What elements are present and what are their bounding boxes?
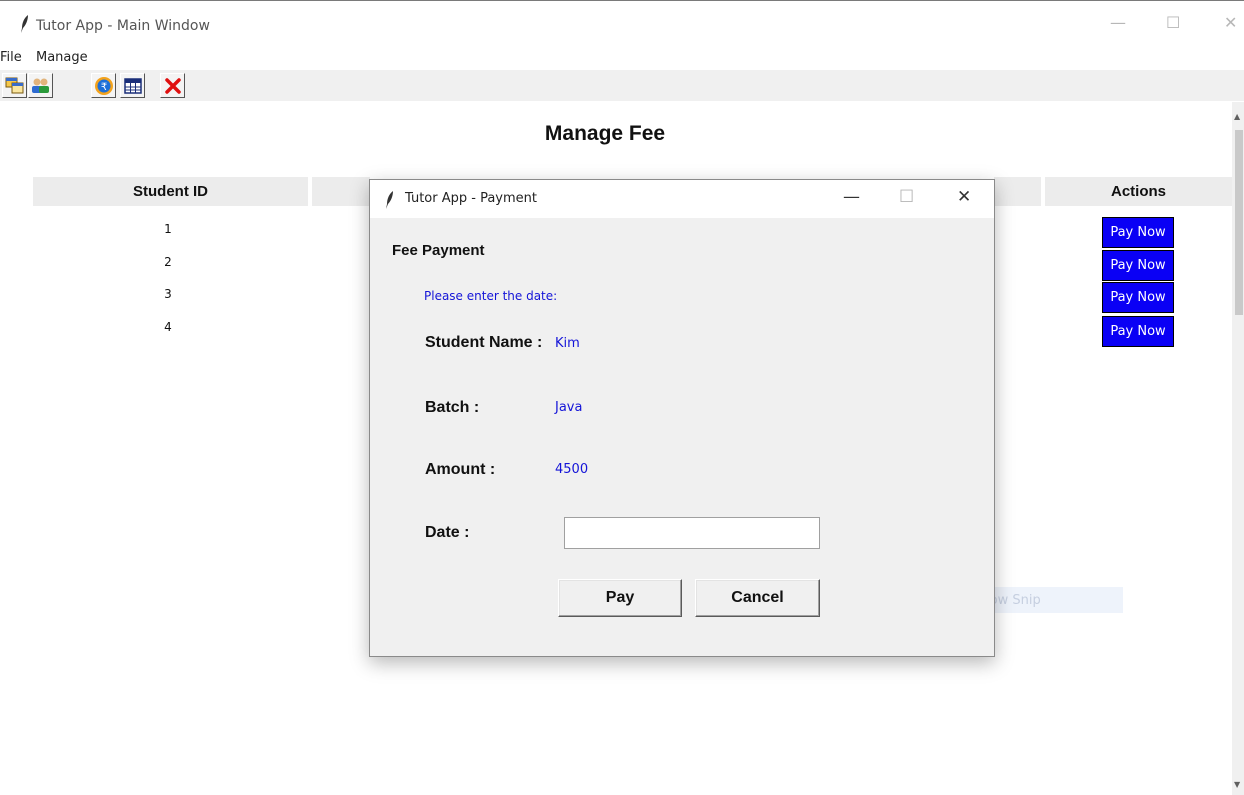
amount-value: 4500 <box>555 462 589 477</box>
users-icon <box>32 78 49 93</box>
student-id-cell: 1 <box>164 222 172 236</box>
maximize-button[interactable]: ☐ <box>1166 13 1180 32</box>
close-button[interactable]: ✕ <box>1224 13 1237 32</box>
student-name-label: Student Name : <box>425 334 543 351</box>
batch-label: Batch : <box>425 399 480 416</box>
instruction-text: Please enter the date: <box>424 289 558 303</box>
toolbar-exit-button[interactable] <box>160 73 185 98</box>
red-x-icon <box>164 77 181 94</box>
column-header-student-id: Student ID <box>33 177 308 206</box>
student-id-cell: 4 <box>164 320 172 334</box>
batch-value: Java <box>555 400 583 415</box>
toolbar: ₹ <box>0 70 1244 101</box>
feather-icon <box>21 15 28 33</box>
feather-icon <box>386 191 393 209</box>
payment-dialog: Tutor App - Payment — ☐ ✕ Fee Payment Pl… <box>369 179 995 657</box>
date-input[interactable] <box>564 517 820 549</box>
minimize-button[interactable]: — <box>1110 13 1126 32</box>
menu-file[interactable]: File <box>0 50 22 65</box>
student-id-cell: 3 <box>164 287 172 301</box>
student-id-cell: 2 <box>164 255 172 269</box>
toolbar-fee-button[interactable]: ₹ <box>91 73 116 98</box>
pay-now-button[interactable]: Pay Now <box>1102 282 1174 313</box>
dialog-minimize-button[interactable]: — <box>843 187 860 207</box>
dialog-title: Tutor App - Payment <box>405 191 537 206</box>
main-window: Tutor App - Main Window — ☐ ✕ File Manag… <box>0 0 1244 795</box>
svg-text:₹: ₹ <box>100 82 106 93</box>
date-label: Date : <box>425 524 470 541</box>
copy-windows-icon <box>5 77 24 94</box>
student-name-value: Kim <box>555 336 580 351</box>
pay-now-button[interactable]: Pay Now <box>1102 217 1174 248</box>
table-icon <box>123 77 142 94</box>
dialog-heading: Fee Payment <box>392 242 485 259</box>
scroll-down-icon[interactable]: ▼ <box>1234 780 1240 789</box>
pay-now-button[interactable]: Pay Now <box>1102 250 1174 281</box>
toolbar-table-button[interactable] <box>120 73 145 98</box>
vertical-scrollbar[interactable]: ▲ ▼ <box>1232 102 1244 795</box>
scroll-up-icon[interactable]: ▲ <box>1234 112 1240 121</box>
rupee-coin-icon: ₹ <box>94 76 113 95</box>
column-header-hidden <box>312 177 370 206</box>
page-title: Manage Fee <box>544 122 666 145</box>
pay-button[interactable]: Pay <box>558 579 682 617</box>
toolbar-users-button[interactable] <box>28 73 53 98</box>
main-title-bar: Tutor App - Main Window — ☐ ✕ <box>0 1 1244 49</box>
dialog-maximize-button: ☐ <box>899 187 915 207</box>
cancel-button[interactable]: Cancel <box>695 579 820 617</box>
main-window-title: Tutor App - Main Window <box>36 18 210 34</box>
menu-manage[interactable]: Manage <box>36 50 88 65</box>
column-header-hidden-2 <box>994 177 1041 206</box>
toolbar-copy-button[interactable] <box>2 73 27 98</box>
scroll-thumb[interactable] <box>1235 130 1243 315</box>
pay-now-button[interactable]: Pay Now <box>1102 316 1174 347</box>
column-header-actions: Actions <box>1045 177 1232 206</box>
dialog-title-bar: Tutor App - Payment — ☐ ✕ <box>370 180 994 218</box>
dialog-close-button[interactable]: ✕ <box>957 187 971 207</box>
amount-label: Amount : <box>425 461 496 478</box>
